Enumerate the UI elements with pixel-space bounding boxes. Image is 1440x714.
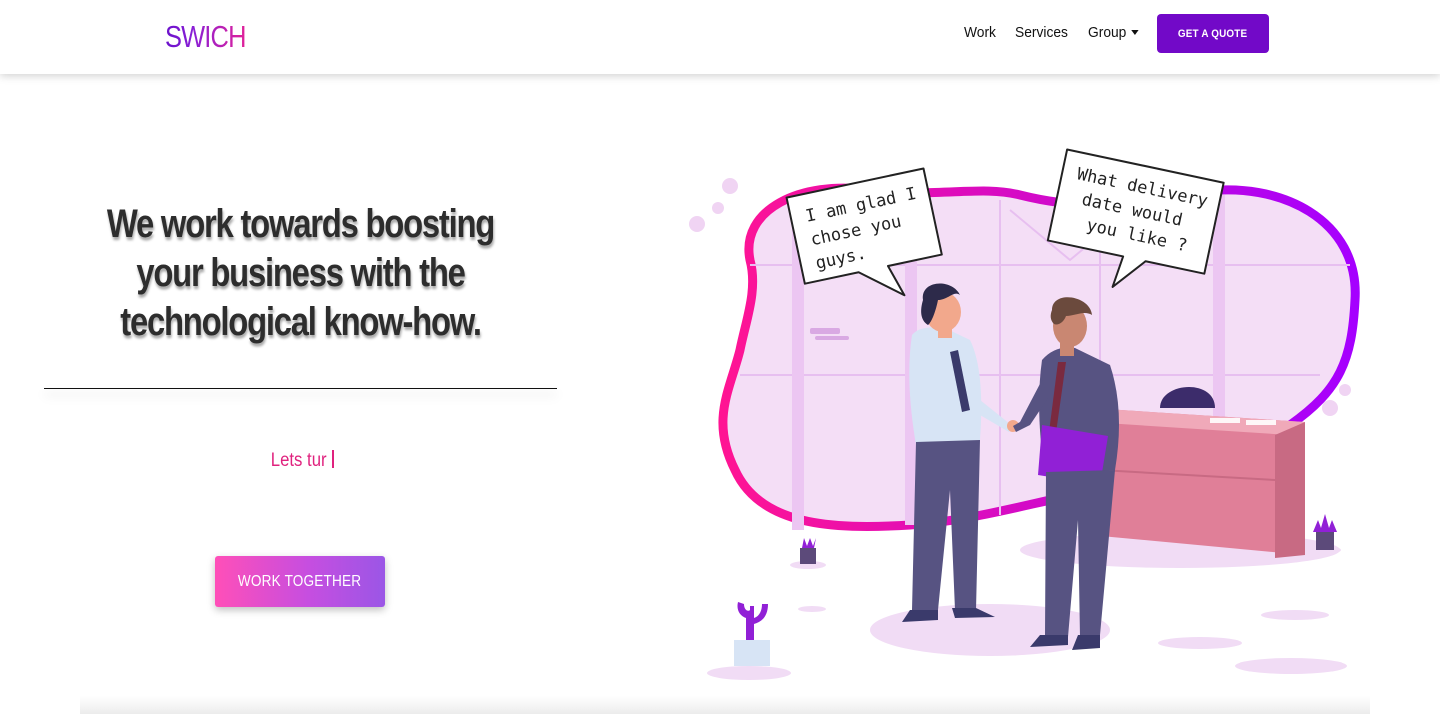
caret-down-icon [1131, 29, 1139, 35]
hero-divider [44, 388, 557, 389]
get-a-quote-button[interactable]: GET A QUOTE [1157, 14, 1269, 53]
nav-links: Work Services Group [964, 22, 1159, 44]
nav-link-services[interactable]: Services [1015, 22, 1068, 44]
nav-dropdown-group-label: Group [1088, 24, 1127, 41]
wall-detail [810, 328, 840, 334]
typed-text: Lets tur [44, 448, 557, 474]
section-bottom-shadow [80, 696, 1370, 714]
navbar: SWICH Work Services Group GET A QUOTE [0, 0, 1440, 74]
nav-link-work[interactable]: Work [964, 22, 996, 44]
typing-cursor [332, 450, 335, 468]
wall-detail-2 [815, 336, 849, 340]
work-together-button[interactable]: WORK TOGETHER [215, 556, 385, 607]
typed-text-value: Lets tur [270, 450, 327, 471]
get-a-quote-label: GET A QUOTE [1178, 27, 1248, 40]
small-plant-pot [800, 538, 816, 564]
headline-line-3: technological know-how. [120, 300, 482, 344]
right-plant [1313, 514, 1337, 550]
headline-line-2: your business with the [136, 251, 466, 295]
hero-illustration: I am glad I chose you guys. What deliver… [689, 148, 1360, 680]
headline-line-1: We work towards boosting [106, 202, 495, 246]
cactus-plant [734, 602, 770, 666]
brand-logo[interactable]: SWICH [165, 18, 246, 56]
nav-dropdown-group[interactable]: Group [1088, 22, 1139, 44]
work-together-label: WORK TOGETHER [238, 572, 362, 590]
hero-headline: We work towards boosting your business w… [44, 200, 557, 347]
